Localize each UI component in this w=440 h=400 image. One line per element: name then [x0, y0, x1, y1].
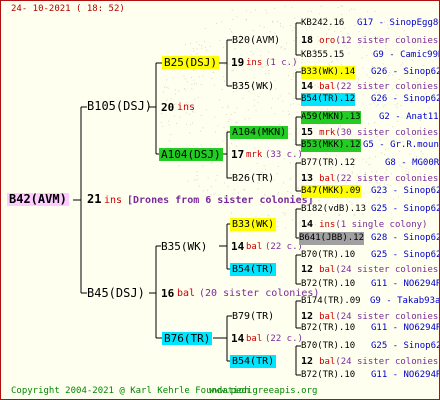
gen4-queen: B70(TR).10	[301, 250, 356, 260]
gen1-unit: bal	[177, 288, 196, 299]
gen2-number: 14	[231, 240, 245, 253]
gen4-origin: G25 - Sinop62R	[371, 341, 440, 351]
gen3-queen: B54(TR)	[230, 263, 277, 276]
gen4-queen: B70(TR).10	[301, 341, 356, 351]
gen3-detail: 12 bal(24 sister colonies)	[301, 356, 440, 367]
gen4-origin: G25 - Sinop62R	[371, 204, 440, 214]
gen2-note: (1 c.)	[265, 58, 298, 68]
gen2-unit: mrk	[246, 150, 263, 160]
pedigree-chart: 24- 10-2021 ( 18: 52) B42(AVM) 21 ins [D…	[0, 0, 440, 400]
gen4-queen: KB355.15	[301, 50, 345, 60]
gen1-queen: B105(DSJ)	[87, 99, 153, 113]
gen3-detail: 14 ins(1 single colony)	[301, 219, 428, 230]
gen2-note: (33 c.)	[265, 150, 303, 160]
gen4-origin: G26 - Sinop62R	[371, 67, 440, 77]
gen1-unit: ins	[177, 102, 196, 113]
gen4-origin: G25 - Sinop62R	[371, 250, 440, 260]
gen4-queen: KB242.16	[301, 18, 345, 28]
gen1-number: 20	[161, 101, 175, 114]
gen2-unit: bal	[246, 242, 263, 252]
gen2-queen: A104(DSJ)	[159, 148, 223, 161]
gen4-queen: B54(TR).12	[301, 93, 356, 106]
gen4-origin: G11 - NO6294R	[371, 279, 440, 289]
root-queen: B42(AVM)	[7, 192, 69, 206]
root-unit: ins	[104, 195, 123, 206]
gen3-detail: 15 mrk(30 sister colonies)	[301, 127, 440, 138]
gen4-origin: G8 - MG00R	[385, 158, 440, 168]
gen3-queen: B35(WK)	[232, 81, 275, 92]
gen4-queen: B72(TR).10	[301, 279, 356, 289]
gen3-queen: A104(MKN)	[230, 126, 289, 139]
gen3-detail: 14 bal(22 sister colonies)	[301, 81, 440, 92]
gen2-queen: B25(DSJ)	[162, 56, 219, 69]
gen4-origin: G9 - Camic99R	[373, 50, 440, 60]
root-note: [Drones from 6 sister colonies]	[127, 195, 314, 206]
gen4-origin: G11 - NO6294R	[371, 370, 440, 380]
gen2-note: (22 c.)	[265, 334, 303, 344]
gen3-queen: B54(TR)	[230, 355, 277, 368]
gen4-queen: B72(TR).10	[301, 370, 356, 380]
gen4-origin: G2 - Anat11Q	[379, 112, 440, 122]
gen3-queen: B33(WK)	[230, 218, 277, 231]
date-stamp: 24- 10-2021 ( 18: 52)	[11, 4, 125, 14]
gen3-detail: 12 bal(24 sister colonies)	[301, 264, 440, 275]
gen4-queen: B53(MKK).12	[301, 139, 361, 152]
website-link[interactable]: www.pedigreeapis.org	[209, 385, 317, 398]
gen2-queen: B76(TR)	[162, 332, 213, 345]
gen4-origin: G5 - Gr.R.mounta	[363, 140, 439, 150]
gen4-origin: G28 - Sinop62R	[371, 233, 440, 243]
gen4-origin: G9 - Takab93aR	[370, 296, 440, 306]
gen3-queen: B79(TR)	[232, 311, 275, 322]
gen3-queen: B20(AVM)	[232, 35, 281, 46]
gen2-note: (22 c.)	[265, 242, 303, 252]
gen1-number: 16	[161, 287, 175, 300]
gen4-origin: G23 - Sinop62R	[371, 186, 440, 196]
gen2-queen: B35(WK)	[161, 240, 208, 253]
gen2-unit: bal	[246, 334, 263, 344]
root-number: 21	[87, 192, 102, 206]
gen4-queen: B77(TR).12	[301, 158, 356, 168]
gen4-queen: B174(TR).09	[301, 296, 361, 306]
gen3-detail: 18 oro(12 sister colonies)	[301, 35, 440, 46]
gen2-unit: ins	[246, 58, 263, 68]
gen4-queen: B641(JBB).12	[299, 232, 365, 245]
gen4-origin: G26 - Sinop62R	[371, 94, 440, 104]
gen4-origin: G17 - SinopEgg86R	[357, 18, 440, 28]
gen2-number: 14	[231, 332, 245, 345]
gen2-number: 19	[231, 56, 245, 69]
gen3-detail: 13 bal(22 sister colonies)	[301, 173, 440, 184]
gen4-queen: B47(MKK).09	[301, 185, 361, 198]
gen4-queen: B33(WK).14	[301, 66, 356, 79]
gen4-origin: G11 - NO6294R	[371, 323, 440, 333]
gen4-queen: A59(MKN).13	[301, 111, 361, 124]
gen3-queen: B26(TR)	[232, 173, 275, 184]
gen4-queen: B182(vdB).13	[301, 204, 367, 214]
gen1-queen: B45(DSJ)	[87, 286, 145, 300]
gen4-queen: B72(TR).10	[301, 323, 356, 333]
gen2-number: 17	[231, 148, 245, 161]
